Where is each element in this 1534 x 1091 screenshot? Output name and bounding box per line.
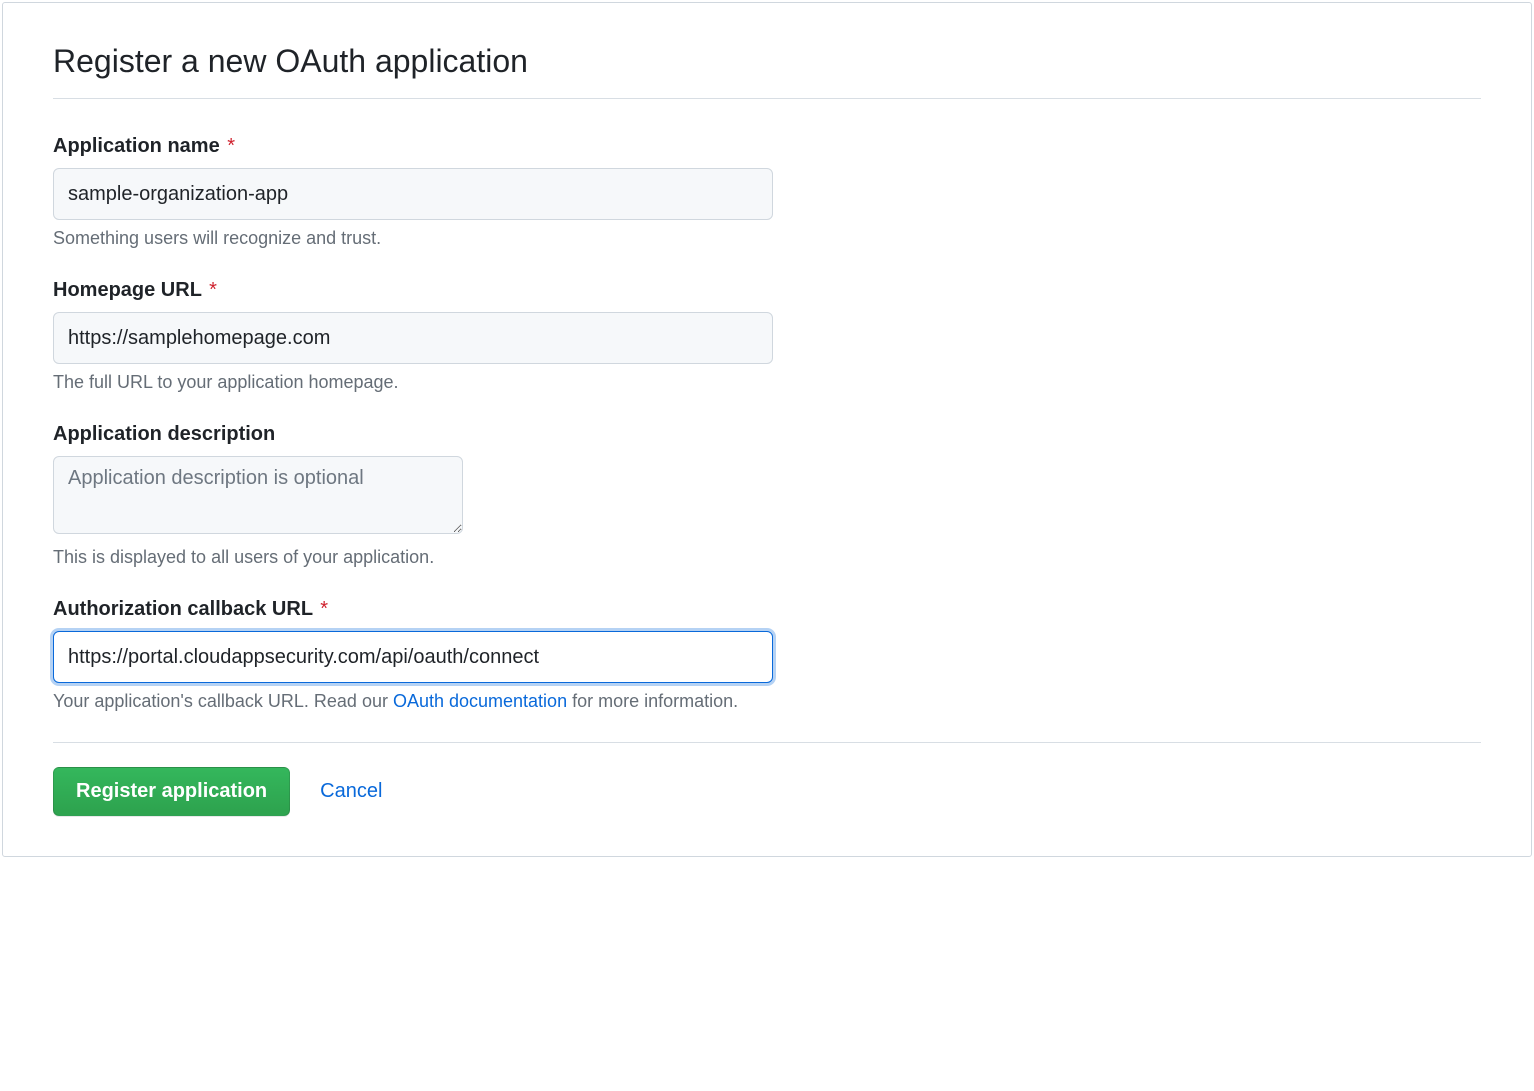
- callback-url-input[interactable]: [53, 631, 773, 683]
- form-group-app-description: Application description This is displaye…: [53, 423, 773, 568]
- app-name-input[interactable]: [53, 168, 773, 220]
- homepage-url-label: Homepage URL *: [53, 279, 773, 302]
- required-asterisk: *: [209, 279, 217, 301]
- button-row: Register application Cancel: [53, 767, 1481, 816]
- callback-url-label-text: Authorization callback URL: [53, 598, 313, 620]
- required-asterisk: *: [320, 598, 328, 620]
- callback-url-help: Your application's callback URL. Read ou…: [53, 691, 773, 712]
- homepage-url-label-text: Homepage URL: [53, 279, 202, 301]
- oauth-documentation-link[interactable]: OAuth documentation: [393, 691, 567, 711]
- cancel-link[interactable]: Cancel: [320, 780, 382, 803]
- app-name-help: Something users will recognize and trust…: [53, 228, 773, 249]
- app-description-help: This is displayed to all users of your a…: [53, 547, 773, 568]
- title-divider: [53, 98, 1481, 99]
- form-group-homepage-url: Homepage URL * The full URL to your appl…: [53, 279, 773, 393]
- form-group-app-name: Application name * Something users will …: [53, 135, 773, 249]
- callback-url-label: Authorization callback URL *: [53, 598, 773, 621]
- app-description-textarea[interactable]: [53, 456, 463, 534]
- oauth-register-form-container: Register a new OAuth application Applica…: [2, 2, 1532, 857]
- register-application-button[interactable]: Register application: [53, 767, 290, 816]
- app-name-label-text: Application name: [53, 135, 220, 157]
- button-divider: [53, 742, 1481, 743]
- callback-url-help-prefix: Your application's callback URL. Read ou…: [53, 691, 393, 711]
- app-description-label: Application description: [53, 423, 773, 446]
- page-title: Register a new OAuth application: [53, 43, 1481, 80]
- required-asterisk: *: [227, 135, 235, 157]
- app-name-label: Application name *: [53, 135, 773, 158]
- callback-url-help-suffix: for more information.: [567, 691, 738, 711]
- form-group-callback-url: Authorization callback URL * Your applic…: [53, 598, 773, 712]
- homepage-url-input[interactable]: [53, 312, 773, 364]
- homepage-url-help: The full URL to your application homepag…: [53, 372, 773, 393]
